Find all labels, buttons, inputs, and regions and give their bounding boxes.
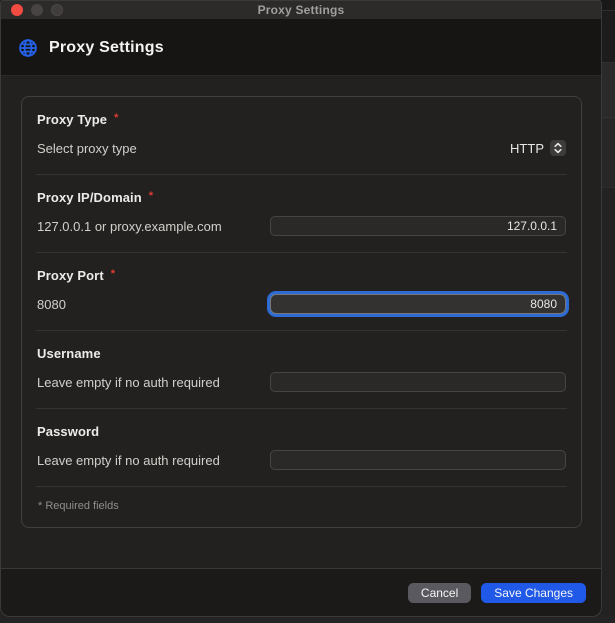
proxy-ip-label: Proxy IP/Domain [37,190,142,205]
username-hint: Leave empty if no auth required [37,375,220,390]
titlebar[interactable]: Proxy Settings [1,1,601,20]
required-fields-note: * Required fields [36,487,567,527]
background-window-strip [601,0,615,623]
username-input[interactable] [270,372,566,392]
password-label: Password [37,424,99,439]
proxy-port-input[interactable] [270,294,566,314]
proxy-ip-hint: 127.0.0.1 or proxy.example.com [37,219,222,234]
required-marker: * [149,191,153,201]
proxy-type-hint: Select proxy type [37,141,137,156]
proxy-settings-window: Proxy Settings Proxy Settings Proxy Type… [0,0,602,617]
close-button[interactable] [11,4,23,16]
form-panel: Proxy Type * Select proxy type HTTP [21,96,582,528]
save-changes-button[interactable]: Save Changes [481,583,586,603]
chevron-up-down-icon [550,140,566,156]
window-title: Proxy Settings [1,3,601,17]
minimize-button[interactable] [31,4,43,16]
form-row-proxy-ip: Proxy IP/Domain * 127.0.0.1 or proxy.exa… [36,175,567,253]
password-input[interactable] [270,450,566,470]
required-marker: * [114,113,118,123]
form-row-username: Username Leave empty if no auth required [36,331,567,409]
username-label: Username [37,346,101,361]
proxy-type-select[interactable]: HTTP [510,140,566,156]
form-row-proxy-type: Proxy Type * Select proxy type HTTP [36,97,567,175]
zoom-button[interactable] [51,4,63,16]
dialog-content: Proxy Type * Select proxy type HTTP [1,76,601,568]
proxy-type-value: HTTP [510,141,544,156]
proxy-port-hint: 8080 [37,297,66,312]
proxy-type-label: Proxy Type [37,112,107,127]
form-row-proxy-port: Proxy Port * 8080 [36,253,567,331]
cancel-button[interactable]: Cancel [408,583,471,603]
desktop-background [0,616,615,623]
dialog-footer: Cancel Save Changes [1,568,601,616]
password-hint: Leave empty if no auth required [37,453,220,468]
page-title: Proxy Settings [49,39,164,57]
traffic-lights [11,1,63,19]
globe-icon [18,38,38,58]
proxy-ip-input[interactable] [270,216,566,236]
proxy-port-label: Proxy Port [37,268,104,283]
required-marker: * [111,269,115,279]
form-row-password: Password Leave empty if no auth required [36,409,567,487]
dialog-header: Proxy Settings [1,20,601,76]
